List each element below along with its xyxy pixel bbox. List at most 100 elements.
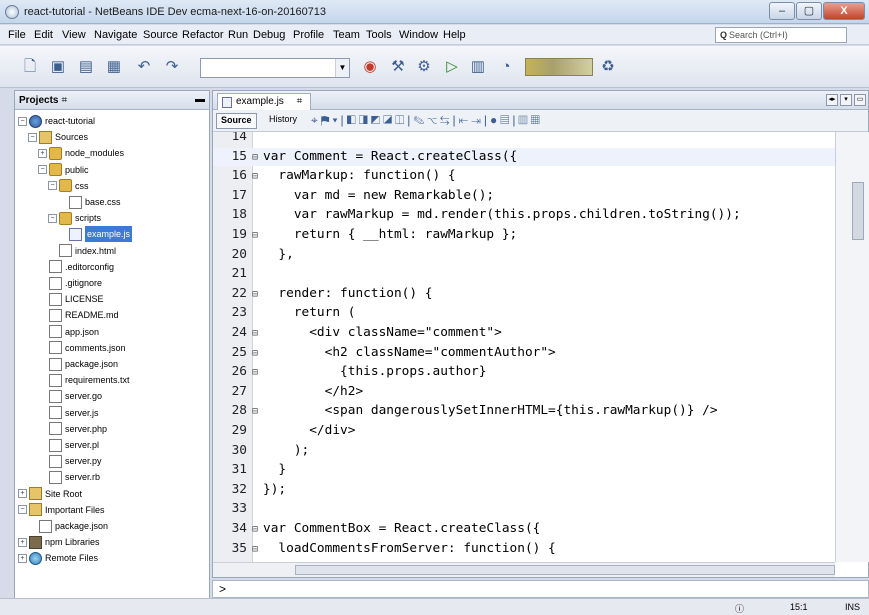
tree-item[interactable]: − Important Files bbox=[18, 502, 105, 518]
tree-item[interactable]: − Sources bbox=[28, 129, 88, 145]
tree-item[interactable]: − public bbox=[38, 162, 89, 178]
minimize-panel-icon[interactable]: ▬ bbox=[195, 94, 205, 105]
menu-tools[interactable]: Tools bbox=[366, 29, 392, 41]
collapse-icon[interactable]: − bbox=[28, 132, 37, 142]
tree-item[interactable]: + node_modules bbox=[38, 145, 124, 161]
code-line[interactable]: 21 bbox=[213, 265, 835, 283]
menu-help[interactable]: Help bbox=[443, 29, 466, 41]
tree-item[interactable]: .editorconfig bbox=[38, 259, 114, 275]
collapse-icon[interactable]: − bbox=[18, 116, 27, 126]
code-line[interactable]: 26 ⊟ {this.props.author} bbox=[213, 363, 835, 381]
tree-item[interactable]: server.rb bbox=[38, 469, 100, 485]
code-line[interactable]: 24 ⊟ <div className="comment"> bbox=[213, 324, 835, 342]
clean-build-icon[interactable]: ⚙ bbox=[414, 58, 434, 76]
menu-navigate[interactable]: Navigate bbox=[94, 29, 137, 41]
fold-icon[interactable]: ⊟ bbox=[247, 364, 263, 382]
tree-item[interactable]: package.json bbox=[38, 356, 118, 372]
code-line[interactable]: 31 } bbox=[213, 461, 835, 479]
code-line[interactable]: 20 }, bbox=[213, 246, 835, 264]
close-button[interactable]: X bbox=[823, 2, 865, 20]
menu-profile[interactable]: Profile bbox=[293, 29, 324, 41]
source-button[interactable]: Source bbox=[216, 113, 257, 129]
scroll-tabs-icon[interactable]: ◂▸ bbox=[826, 94, 838, 106]
tree-item[interactable]: − scripts bbox=[48, 210, 101, 226]
menu-refactor[interactable]: Refactor bbox=[182, 29, 224, 41]
code-line[interactable]: 16 ⊟ rawMarkup: function() { bbox=[213, 167, 835, 185]
tree-item[interactable]: + Remote Files bbox=[18, 550, 98, 566]
menu-window[interactable]: Window bbox=[399, 29, 438, 41]
code-line[interactable]: 23 return ( bbox=[213, 304, 835, 322]
code-line[interactable]: 25 ⊟ <h2 className="commentAuthor"> bbox=[213, 344, 835, 362]
search-input[interactable]: Q Search (Ctrl+I) bbox=[715, 27, 847, 43]
fold-icon[interactable]: ⊟ bbox=[247, 345, 263, 363]
fold-icon[interactable]: ⊟ bbox=[247, 149, 263, 167]
tree-item[interactable]: − css bbox=[48, 178, 89, 194]
collapse-icon[interactable]: − bbox=[38, 165, 47, 175]
code-line[interactable]: 35 ⊟ loadCommentsFromServer: function() { bbox=[213, 540, 835, 558]
code-line[interactable]: 14 bbox=[213, 132, 835, 146]
tree-item[interactable]: README.md bbox=[38, 307, 119, 323]
fold-icon[interactable]: ⊟ bbox=[247, 227, 263, 245]
code-line[interactable]: 32}); bbox=[213, 481, 835, 499]
build-icon[interactable]: ⚒ bbox=[388, 58, 408, 76]
code-line[interactable]: 30 ); bbox=[213, 442, 835, 460]
tree-item[interactable]: app.json bbox=[38, 324, 99, 340]
expand-icon[interactable]: + bbox=[18, 489, 27, 499]
projects-panel-header[interactable]: Projects ⌗ ▬ bbox=[15, 91, 209, 110]
tree-item[interactable]: package.json bbox=[28, 518, 108, 534]
code-line[interactable]: 19 ⊟ return { __html: rawMarkup }; bbox=[213, 226, 835, 244]
gc-icon[interactable]: ♻ bbox=[598, 58, 618, 76]
tree-item[interactable]: server.js bbox=[38, 405, 99, 421]
menu-edit[interactable]: Edit bbox=[34, 29, 53, 41]
close-icon[interactable]: ⌗ bbox=[61, 95, 67, 106]
code-line[interactable]: 22 ⊟ render: function() { bbox=[213, 285, 835, 303]
tree-item[interactable]: server.go bbox=[38, 388, 102, 404]
collapse-icon[interactable]: − bbox=[48, 181, 57, 191]
new-project-icon[interactable]: ▣ bbox=[48, 58, 68, 76]
run-icon[interactable]: ▷ bbox=[442, 58, 462, 76]
code-line[interactable]: 15 ⊟ var Comment = React.createClass({ bbox=[213, 147, 835, 167]
browser-icon[interactable]: ◉ bbox=[360, 58, 380, 76]
menu-team[interactable]: Team bbox=[333, 29, 360, 41]
collapse-icon[interactable]: − bbox=[48, 213, 57, 223]
tree-item[interactable]: comments.json bbox=[38, 340, 126, 356]
tab-example-js[interactable]: example.js ⌗ bbox=[217, 93, 312, 110]
fold-icon[interactable]: ⊟ bbox=[247, 168, 263, 186]
tree-item[interactable]: + Site Root bbox=[18, 486, 82, 502]
tree-item[interactable]: requirements.txt bbox=[38, 372, 130, 388]
horizontal-scrollbar[interactable] bbox=[213, 562, 835, 577]
fold-icon[interactable]: ⊟ bbox=[247, 541, 263, 559]
editor-action-icons[interactable]: ⌖⚑▾|◧◨◩◪◫|✎⌥⇆|⇤⇥|●▤|▥▦ bbox=[311, 113, 543, 128]
memory-indicator[interactable] bbox=[525, 58, 593, 76]
expand-icon[interactable]: + bbox=[18, 537, 27, 547]
configuration-combo[interactable]: ▼ bbox=[200, 58, 350, 78]
debug-icon[interactable]: ▥ bbox=[468, 58, 488, 76]
menu-debug[interactable]: Debug bbox=[253, 29, 285, 41]
tree-item[interactable]: base.css bbox=[58, 194, 121, 210]
maximize-button[interactable]: ▢ bbox=[796, 2, 822, 20]
redo-icon[interactable]: ↷ bbox=[162, 58, 182, 76]
output-prompt[interactable]: > bbox=[212, 580, 869, 598]
open-project-icon[interactable]: ▤ bbox=[76, 58, 96, 76]
tab-list-icon[interactable]: ▾ bbox=[840, 94, 852, 106]
code-line[interactable]: 34 ⊟ var CommentBox = React.createClass({ bbox=[213, 520, 835, 538]
tree-item[interactable]: server.php bbox=[38, 421, 107, 437]
menu-source[interactable]: Source bbox=[143, 29, 178, 41]
fold-icon[interactable]: ⊟ bbox=[247, 286, 263, 304]
tree-item[interactable]: example.js bbox=[58, 226, 133, 243]
code-line[interactable]: 28 ⊟ <span dangerouslySetInnerHTML={this.… bbox=[213, 402, 835, 420]
tree-item[interactable]: .gitignore bbox=[38, 275, 102, 291]
fold-icon[interactable]: ⊟ bbox=[247, 325, 263, 343]
vertical-scrollbar[interactable] bbox=[852, 182, 864, 240]
save-all-icon[interactable]: ▦ bbox=[104, 58, 124, 76]
code-line[interactable]: 33 bbox=[213, 500, 835, 518]
new-file-icon[interactable]: 🗋 bbox=[20, 58, 40, 76]
horizontal-scroll-thumb[interactable] bbox=[295, 565, 835, 575]
tree-item[interactable]: + npm Libraries bbox=[18, 534, 100, 550]
history-button[interactable]: History bbox=[265, 113, 301, 129]
fold-icon[interactable]: ⊟ bbox=[247, 403, 263, 421]
undo-icon[interactable]: ↶ bbox=[134, 58, 154, 76]
code-line[interactable]: 29 </div> bbox=[213, 422, 835, 440]
tree-item[interactable]: index.html bbox=[48, 243, 116, 259]
fold-icon[interactable]: ⊟ bbox=[247, 521, 263, 539]
